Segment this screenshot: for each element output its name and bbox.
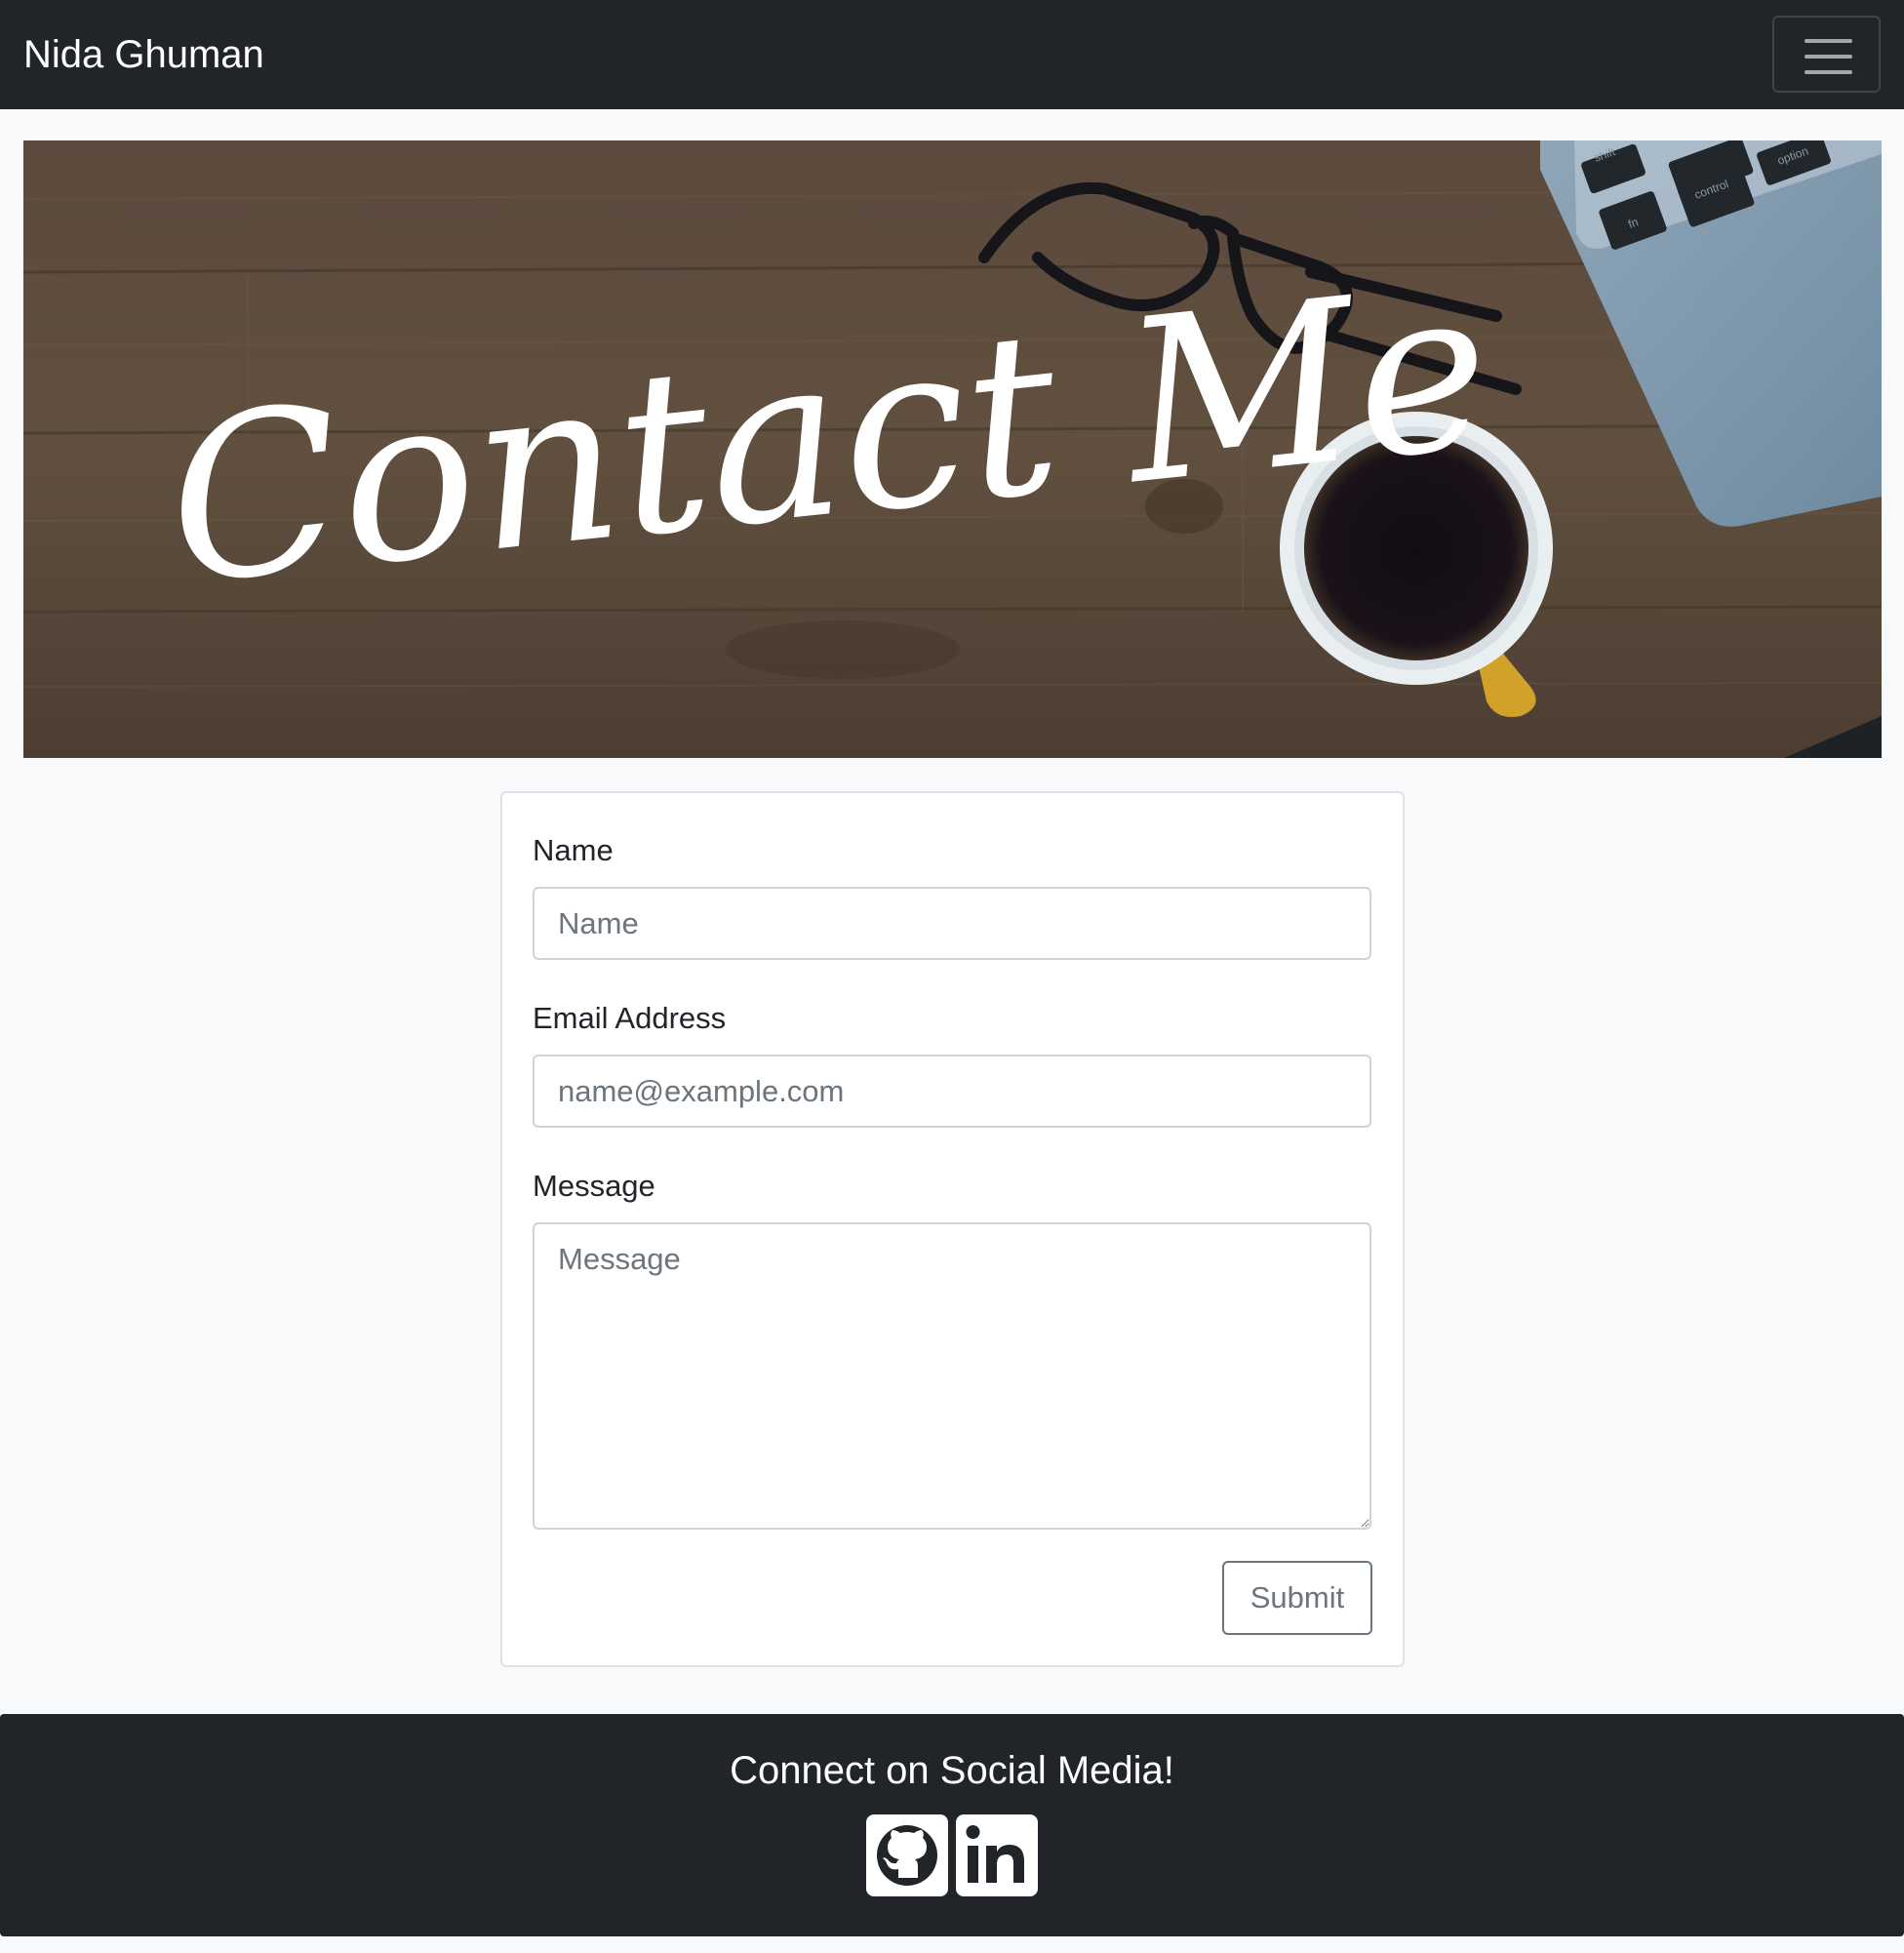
github-link[interactable] — [866, 1814, 948, 1896]
hamburger-menu-icon — [1805, 70, 1852, 74]
footer: Connect on Social Media! — [0, 1714, 1904, 1936]
submit-button[interactable]: Submit — [1222, 1561, 1372, 1635]
github-icon — [877, 1825, 937, 1886]
name-input[interactable] — [533, 887, 1371, 960]
contact-banner-image: shift control option fn Contact Me — [23, 140, 1882, 758]
footer-title: Connect on Social Media! — [730, 1749, 1174, 1792]
email-label: Email Address — [533, 1001, 727, 1035]
linkedin-link[interactable] — [956, 1814, 1038, 1896]
hamburger-menu-icon — [1805, 55, 1852, 59]
message-label: Message — [533, 1169, 655, 1203]
email-input[interactable] — [533, 1055, 1371, 1128]
message-textarea[interactable] — [533, 1222, 1371, 1530]
linkedin-icon — [966, 1825, 1024, 1883]
contact-form-card: Name Email Address Message Submit — [500, 791, 1405, 1667]
navbar-toggler-button[interactable] — [1772, 16, 1881, 93]
navbar: Nida Ghuman — [0, 0, 1904, 109]
hamburger-menu-icon — [1805, 39, 1852, 43]
brand-link[interactable]: Nida Ghuman — [23, 27, 264, 82]
name-label: Name — [533, 833, 614, 867]
